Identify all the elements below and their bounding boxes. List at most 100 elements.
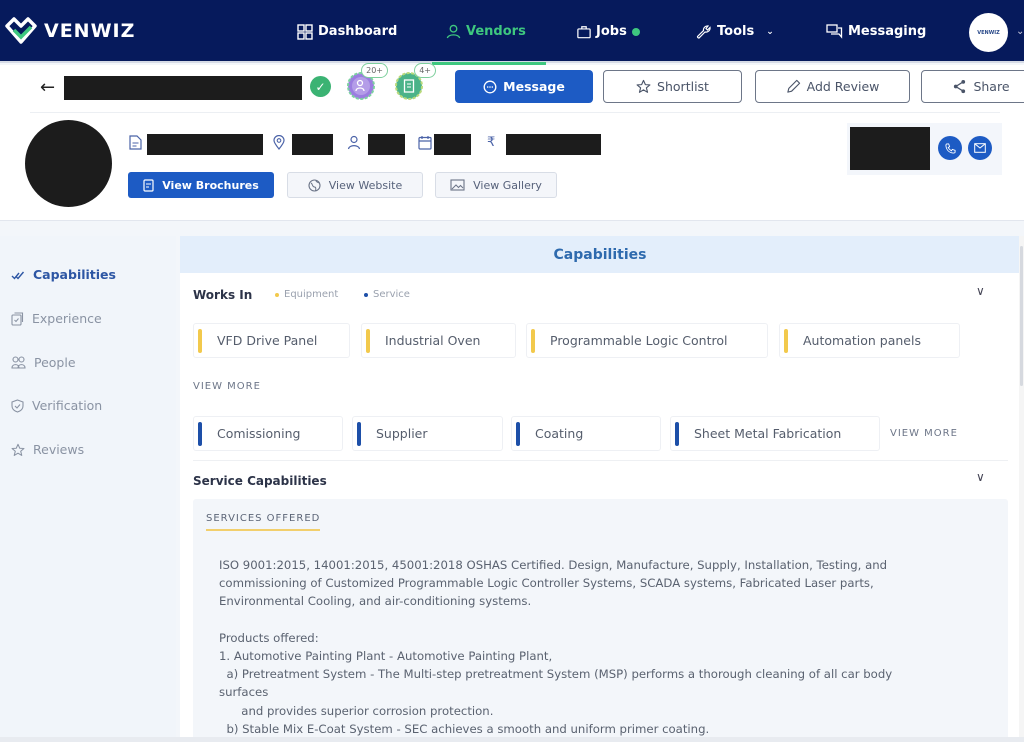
- sidebar-item-label: Verification: [32, 398, 103, 413]
- rupee-icon: ₹: [487, 135, 496, 150]
- person-icon: [347, 135, 361, 154]
- chip-label: Coating: [535, 426, 584, 441]
- year-redacted: [434, 134, 471, 155]
- scrollbar-thumb[interactable]: [1020, 246, 1023, 386]
- document-icon: [129, 135, 142, 154]
- mail-icon: [974, 143, 986, 153]
- globe-icon: [308, 178, 321, 192]
- chip-label: Supplier: [376, 426, 428, 441]
- nav-dashboard[interactable]: Dashboard: [297, 0, 397, 63]
- share-button-label: Share: [973, 79, 1010, 94]
- service-dot: [364, 292, 368, 297]
- arrow-left-icon[interactable]: ←: [40, 77, 55, 98]
- user-avatar[interactable]: VENWIZ: [969, 13, 1008, 52]
- sidebar-item-label: Experience: [32, 311, 102, 326]
- view-website-button[interactable]: View Website: [287, 172, 423, 198]
- nav-jobs[interactable]: Jobs: [577, 0, 640, 63]
- briefcase-icon: [577, 25, 591, 38]
- equipment-chip[interactable]: Programmable Logic Control: [526, 323, 768, 358]
- chat-icon: [826, 24, 843, 39]
- equipment-bar: [198, 328, 202, 353]
- phone-icon: [944, 142, 956, 154]
- section-title: Capabilities: [180, 236, 1020, 273]
- message-button[interactable]: Message: [455, 70, 593, 103]
- call-button[interactable]: [938, 136, 962, 160]
- nav-messaging-label: Messaging: [848, 24, 927, 39]
- equipment-bar: [531, 328, 535, 353]
- shortlist-button[interactable]: Shortlist: [603, 70, 742, 103]
- double-check-icon: [11, 271, 25, 280]
- equipment-bar: [366, 328, 370, 353]
- venwiz-logo[interactable]: VENWIZ: [4, 16, 135, 46]
- nav-jobs-label: Jobs: [596, 24, 627, 39]
- chip-label: Industrial Oven: [385, 333, 481, 348]
- chip-label: VFD Drive Panel: [217, 333, 318, 348]
- people-icon: [11, 356, 26, 369]
- chevron-down-icon[interactable]: ∨: [976, 284, 985, 298]
- service-chip[interactable]: Coating: [511, 416, 661, 451]
- bottom-border: [0, 737, 1024, 742]
- verified-check-icon: ✓: [310, 76, 331, 97]
- nav-tools[interactable]: Tools ⌄: [696, 0, 774, 63]
- calendar-icon: [418, 135, 432, 154]
- works-in-label: Works In: [193, 288, 253, 302]
- equipment-chip[interactable]: Automation panels: [779, 323, 960, 358]
- document-badge-count: 4+: [414, 63, 436, 78]
- nav-tools-label: Tools: [717, 24, 755, 39]
- legend-service: Service: [364, 289, 410, 300]
- message-bubble-icon: [483, 80, 497, 93]
- add-review-button[interactable]: Add Review: [755, 70, 910, 103]
- view-brochures-button[interactable]: View Brochures: [128, 172, 274, 198]
- sidebar-item-capabilities[interactable]: Capabilities: [11, 267, 116, 282]
- header-divider: [30, 112, 1000, 113]
- avatar-chevron-down-icon[interactable]: ⌄: [1016, 26, 1024, 37]
- shortlist-button-label: Shortlist: [657, 79, 709, 94]
- share-button[interactable]: Share: [921, 70, 1024, 103]
- service-chip[interactable]: Sheet Metal Fabrication: [670, 416, 880, 451]
- shield-check-icon: [11, 398, 24, 413]
- service-chip[interactable]: Comissioning: [193, 416, 343, 451]
- top-navigation: VENWIZ Dashboard Vendors Jobs Tools ⌄ Me…: [0, 0, 1024, 65]
- message-button-label: Message: [503, 79, 565, 94]
- nav-messaging[interactable]: Messaging: [826, 0, 926, 63]
- contact-card: [847, 123, 1002, 175]
- sidebar-item-label: People: [34, 355, 76, 370]
- avatar-logo-text: VENWIZ: [977, 29, 1000, 36]
- profile-sidebar: Capabilities Experience People Verificat…: [0, 236, 176, 742]
- view-more-services-link[interactable]: VIEW MORE: [890, 428, 958, 439]
- nav-vendors[interactable]: Vendors: [432, 0, 546, 65]
- location-pin-icon: [273, 134, 285, 154]
- chip-label: Programmable Logic Control: [550, 333, 728, 348]
- equipment-chip[interactable]: VFD Drive Panel: [193, 323, 350, 358]
- venwiz-logo-icon: [5, 17, 37, 44]
- nav-dashboard-label: Dashboard: [318, 24, 398, 39]
- sidebar-item-experience[interactable]: Experience: [11, 311, 102, 326]
- view-website-label: View Website: [328, 178, 403, 192]
- star-icon: [636, 79, 651, 93]
- sidebar-item-label: Reviews: [33, 442, 85, 457]
- service-bar: [357, 421, 361, 446]
- email-button[interactable]: [968, 136, 992, 160]
- location-redacted: [292, 134, 333, 155]
- chip-label: Comissioning: [217, 426, 301, 441]
- grid-icon: [297, 23, 313, 40]
- service-capabilities-label: Service Capabilities: [193, 474, 327, 488]
- share-icon: [954, 79, 966, 94]
- equipment-chip[interactable]: Industrial Oven: [361, 323, 516, 358]
- view-brochures-label: View Brochures: [162, 178, 259, 192]
- chevron-down-icon[interactable]: ∨: [976, 470, 985, 484]
- service-bar: [516, 421, 520, 446]
- document-badge[interactable]: 4+: [394, 63, 436, 101]
- star-icon: [11, 443, 25, 456]
- view-more-equipment-link[interactable]: VIEW MORE: [193, 381, 261, 392]
- sidebar-item-people[interactable]: People: [11, 355, 76, 370]
- pencil-icon: [786, 79, 800, 93]
- people-badge[interactable]: 20+: [346, 63, 388, 101]
- sidebar-item-verification[interactable]: Verification: [11, 398, 102, 413]
- view-gallery-button[interactable]: View Gallery: [435, 172, 557, 198]
- service-chip[interactable]: Supplier: [352, 416, 503, 451]
- services-offered-box: SERVICES OFFERED ISO 9001:2015, 14001:20…: [193, 499, 1008, 742]
- sidebar-item-reviews[interactable]: Reviews: [11, 442, 84, 457]
- legend-equipment-label: Equipment: [284, 289, 339, 300]
- add-review-button-label: Add Review: [806, 79, 880, 94]
